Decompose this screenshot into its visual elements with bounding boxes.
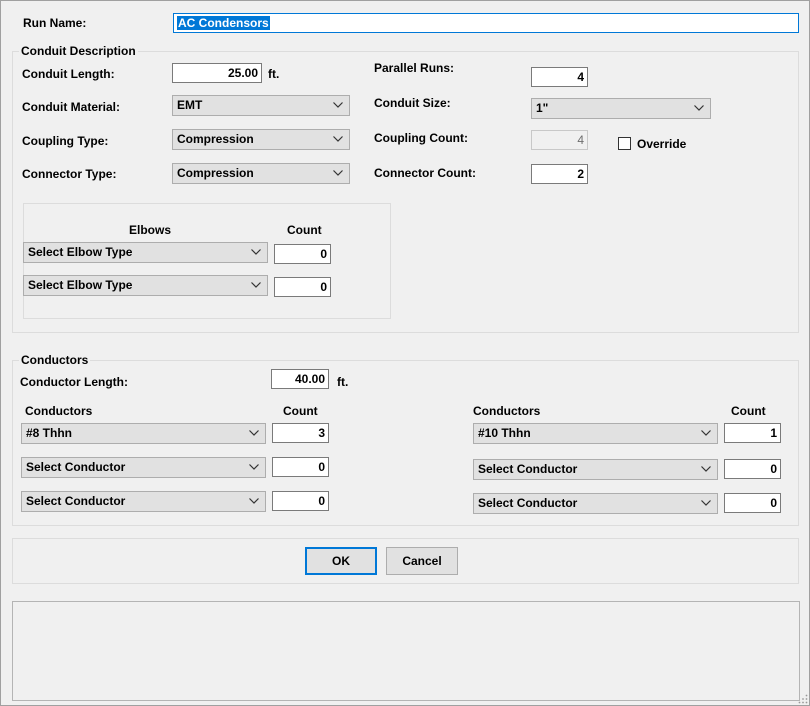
coupling-type-dropdown[interactable]: Compression xyxy=(172,129,350,150)
conductors-title: Conductors xyxy=(19,353,91,367)
chevron-down-icon xyxy=(701,500,711,506)
chevron-down-icon xyxy=(249,498,259,504)
elbow-type-dropdown[interactable]: Select Elbow Type xyxy=(23,275,268,296)
elbow-type-dropdown[interactable]: Select Elbow Type xyxy=(23,242,268,263)
connector-type-label: Connector Type: xyxy=(22,167,117,181)
conduit-length-unit: ft. xyxy=(268,67,280,81)
elbow-type-value: Select Elbow Type xyxy=(28,278,133,292)
conduit-length-input[interactable]: 25.00 xyxy=(172,63,262,83)
conductor-type-dropdown[interactable]: #10 Thhn xyxy=(473,423,718,444)
conductor-count-input[interactable]: 1 xyxy=(724,423,781,443)
conductors-right-header: Conductors xyxy=(473,404,541,418)
conductor-type-value: #10 Thhn xyxy=(478,426,531,440)
chevron-down-icon xyxy=(251,249,261,255)
conductor-count-input[interactable]: 0 xyxy=(272,491,329,511)
parallel-runs-label: Parallel Runs: xyxy=(374,61,455,75)
chevron-down-icon xyxy=(249,464,259,470)
conduit-material-label: Conduit Material: xyxy=(22,100,120,114)
conduit-length-label: Conduit Length: xyxy=(22,67,115,81)
run-name-label: Run Name: xyxy=(23,16,87,30)
conduit-size-label: Conduit Size: xyxy=(374,96,451,110)
elbows-header: Elbows xyxy=(129,223,172,237)
coupling-type-label: Coupling Type: xyxy=(22,134,109,148)
override-checkbox[interactable] xyxy=(618,137,631,150)
conduit-size-value: 1" xyxy=(536,101,549,115)
override-label: Override xyxy=(637,137,687,151)
conduit-description-title: Conduit Description xyxy=(19,44,138,58)
conductor-type-dropdown[interactable]: Select Conductor xyxy=(21,457,266,478)
conductor-length-unit: ft. xyxy=(337,375,349,389)
status-panel xyxy=(12,601,800,701)
resize-grip-icon[interactable] xyxy=(798,694,808,704)
conduit-size-dropdown[interactable]: 1" xyxy=(531,98,711,119)
chevron-down-icon xyxy=(333,170,343,176)
chevron-down-icon xyxy=(701,466,711,472)
chevron-down-icon xyxy=(249,430,259,436)
run-name-input[interactable]: AC Condensors xyxy=(173,13,799,33)
connector-count-input[interactable]: 2 xyxy=(531,164,588,184)
conductor-type-value: #8 Thhn xyxy=(26,426,73,440)
coupling-type-value: Compression xyxy=(177,132,254,146)
ok-button[interactable]: OK xyxy=(305,547,377,575)
elbow-type-value: Select Elbow Type xyxy=(28,245,133,259)
cancel-button[interactable]: Cancel xyxy=(386,547,458,575)
conductor-count-input[interactable]: 3 xyxy=(272,423,329,443)
conductor-length-label: Conductor Length: xyxy=(20,375,128,389)
coupling-count-input: 4 xyxy=(531,130,588,150)
conductor-length-input[interactable]: 40.00 xyxy=(271,369,329,389)
conduit-material-dropdown[interactable]: EMT xyxy=(172,95,350,116)
conductor-type-dropdown[interactable]: Select Conductor xyxy=(473,493,718,514)
conductor-type-dropdown[interactable]: Select Conductor xyxy=(473,459,718,480)
conductor-type-value: Select Conductor xyxy=(478,496,578,510)
connector-count-label: Connector Count: xyxy=(374,166,476,180)
connector-type-value: Compression xyxy=(177,166,254,180)
conductors-right-count-header: Count xyxy=(731,404,766,418)
conductor-type-value: Select Conductor xyxy=(478,462,578,476)
chevron-down-icon xyxy=(701,430,711,436)
conductor-count-input[interactable]: 0 xyxy=(272,457,329,477)
chevron-down-icon xyxy=(694,105,704,111)
conductor-count-input[interactable]: 0 xyxy=(724,493,781,513)
chevron-down-icon xyxy=(333,136,343,142)
conductor-type-value: Select Conductor xyxy=(26,460,126,474)
conductor-type-value: Select Conductor xyxy=(26,494,126,508)
conductors-left-count-header: Count xyxy=(283,404,318,418)
conductors-left-header: Conductors xyxy=(25,404,93,418)
conduit-material-value: EMT xyxy=(177,98,203,112)
elbow-count-input[interactable]: 0 xyxy=(274,277,331,297)
conductor-type-dropdown[interactable]: #8 Thhn xyxy=(21,423,266,444)
elbows-count-header: Count xyxy=(287,223,322,237)
conductor-type-dropdown[interactable]: Select Conductor xyxy=(21,491,266,512)
coupling-count-label: Coupling Count: xyxy=(374,131,468,145)
run-name-value: AC Condensors xyxy=(177,16,270,30)
chevron-down-icon xyxy=(251,282,261,288)
connector-type-dropdown[interactable]: Compression xyxy=(172,163,350,184)
conductor-count-input[interactable]: 0 xyxy=(724,459,781,479)
elbow-count-input[interactable]: 0 xyxy=(274,244,331,264)
chevron-down-icon xyxy=(333,102,343,108)
parallel-runs-input[interactable]: 4 xyxy=(531,67,588,87)
